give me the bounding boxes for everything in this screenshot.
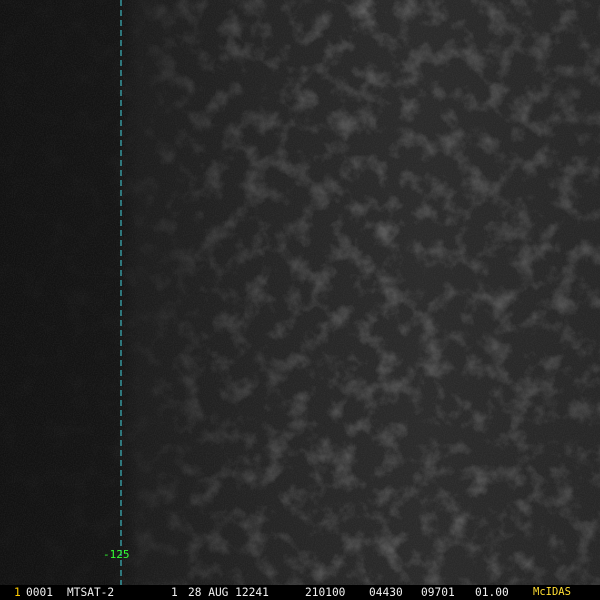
image-line: 04430 xyxy=(369,586,403,599)
meridian-longitude-label: -125 xyxy=(103,548,130,561)
mcidas-logo-text: McIDAS xyxy=(533,586,571,598)
satellite-name: MTSAT-2 xyxy=(67,586,115,599)
frame-number: 1 xyxy=(14,586,21,599)
satellite-image xyxy=(0,0,600,585)
band-number: 1 xyxy=(171,586,178,599)
image-date: 28 AUG 12241 xyxy=(188,586,269,599)
image-viewer: -125 1 0001 MTSAT-2 1 28 AUG 12241 21010… xyxy=(0,0,600,600)
image-element: 09701 xyxy=(421,586,455,599)
frame-id: 0001 xyxy=(26,586,53,599)
image-resolution: 01.00 xyxy=(475,586,509,599)
image-time: 210100 xyxy=(305,586,346,599)
mcidas-status-bar: 1 0001 MTSAT-2 1 28 AUG 12241 210100 044… xyxy=(0,585,600,600)
